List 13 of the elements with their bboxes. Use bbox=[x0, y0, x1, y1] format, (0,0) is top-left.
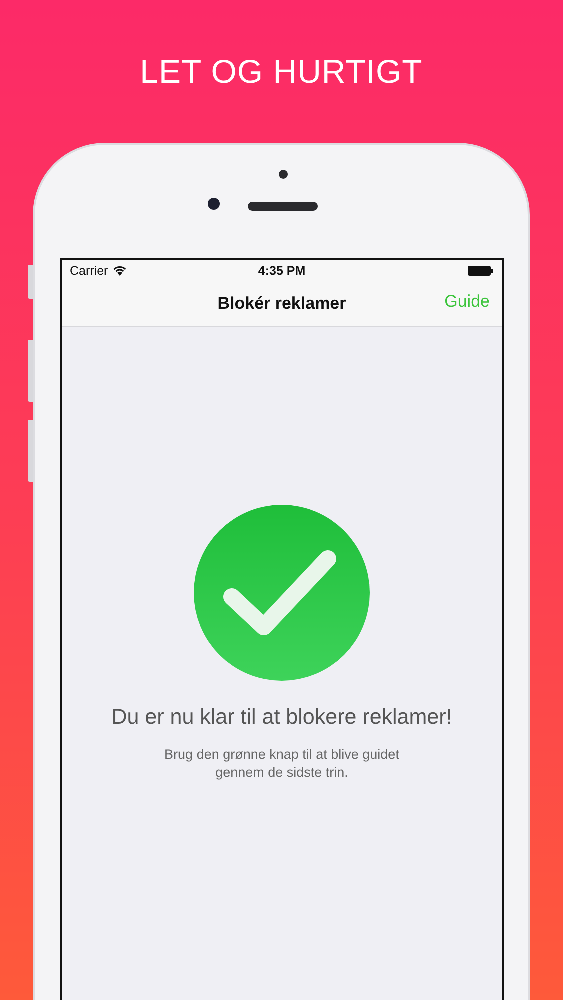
battery-icon bbox=[468, 266, 494, 276]
ready-message: Du er nu klar til at blokere reklamer! bbox=[112, 705, 452, 730]
sensor-icon bbox=[279, 170, 288, 179]
guide-button[interactable]: Guide bbox=[444, 292, 490, 312]
camera-icon bbox=[208, 198, 220, 210]
status-time: 4:35 PM bbox=[258, 264, 306, 278]
carrier-label: Carrier bbox=[70, 264, 108, 278]
speaker-icon bbox=[248, 202, 318, 211]
checkmark-icon bbox=[194, 505, 370, 681]
headline: LET OG HURTIGT bbox=[140, 52, 423, 90]
nav-title: Blokér reklamer bbox=[218, 294, 346, 314]
instruction-text: Brug den grønne knap til at blive guidet gennem de sidste trin. bbox=[164, 746, 400, 782]
wifi-icon bbox=[113, 266, 128, 276]
